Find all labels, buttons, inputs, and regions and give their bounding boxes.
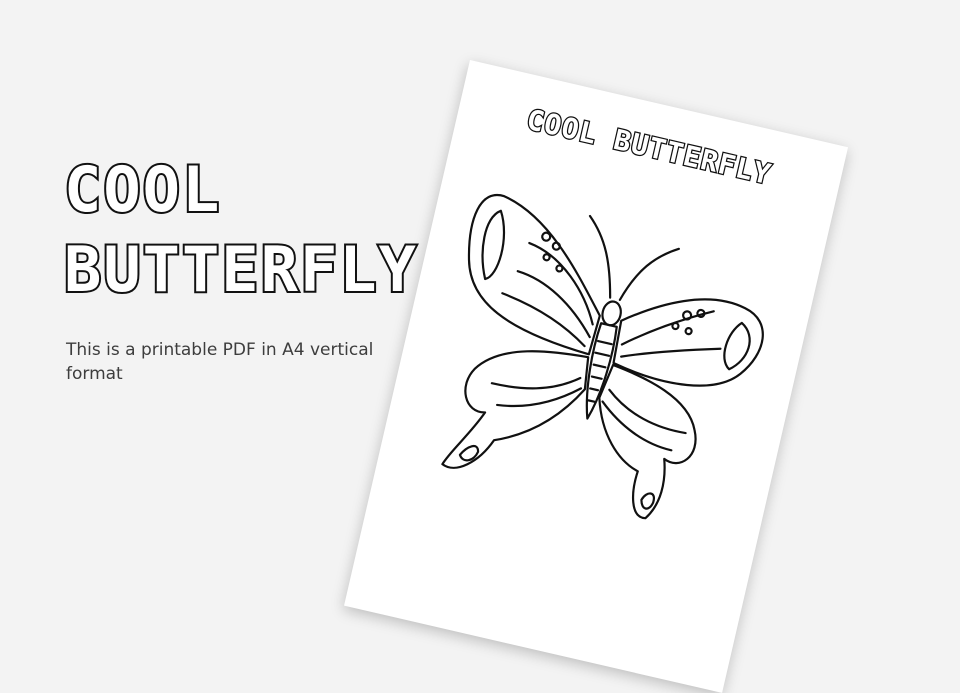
butterfly-icon xyxy=(441,193,764,520)
page-title: COOL BUTTERFLY xyxy=(62,150,418,310)
title-line-1: COOL xyxy=(62,151,222,228)
subtitle: This is a printable PDF in A4 vertical f… xyxy=(66,340,374,384)
coloring-sheet-preview: COOL BUTTERFLY xyxy=(344,60,849,693)
title-line-2: BUTTERFLY xyxy=(62,231,418,308)
